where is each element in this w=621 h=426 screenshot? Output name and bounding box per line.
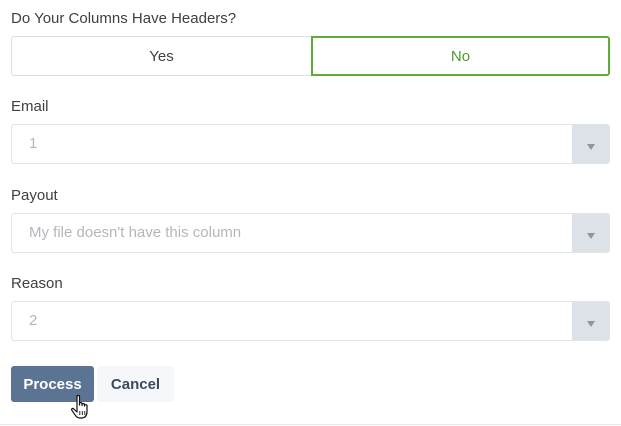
chevron-down-icon — [586, 233, 595, 239]
email-select-value: 1 — [29, 135, 38, 152]
reason-dropdown-button[interactable] — [572, 302, 609, 340]
payout-select[interactable]: My file doesn't have this column — [11, 213, 610, 253]
headers-no-option[interactable]: No — [311, 36, 610, 76]
email-dropdown-button[interactable] — [572, 125, 609, 163]
reason-select-value: 2 — [29, 312, 38, 329]
reason-select[interactable]: 2 — [11, 301, 610, 341]
chevron-down-icon — [586, 144, 595, 150]
payout-label: Payout — [11, 187, 58, 204]
email-select[interactable]: 1 — [11, 124, 610, 164]
headers-question-label: Do Your Columns Have Headers? — [11, 10, 237, 27]
headers-toggle: Yes No — [11, 36, 610, 76]
footer-divider — [0, 424, 621, 425]
chevron-down-icon — [586, 321, 595, 327]
email-label: Email — [11, 98, 49, 115]
payout-dropdown-button[interactable] — [572, 214, 609, 252]
reason-label: Reason — [11, 275, 63, 292]
cancel-button[interactable]: Cancel — [97, 366, 174, 402]
payout-select-value: My file doesn't have this column — [29, 224, 242, 241]
headers-yes-option[interactable]: Yes — [11, 36, 311, 76]
hand-pointer-cursor-icon — [71, 394, 88, 419]
